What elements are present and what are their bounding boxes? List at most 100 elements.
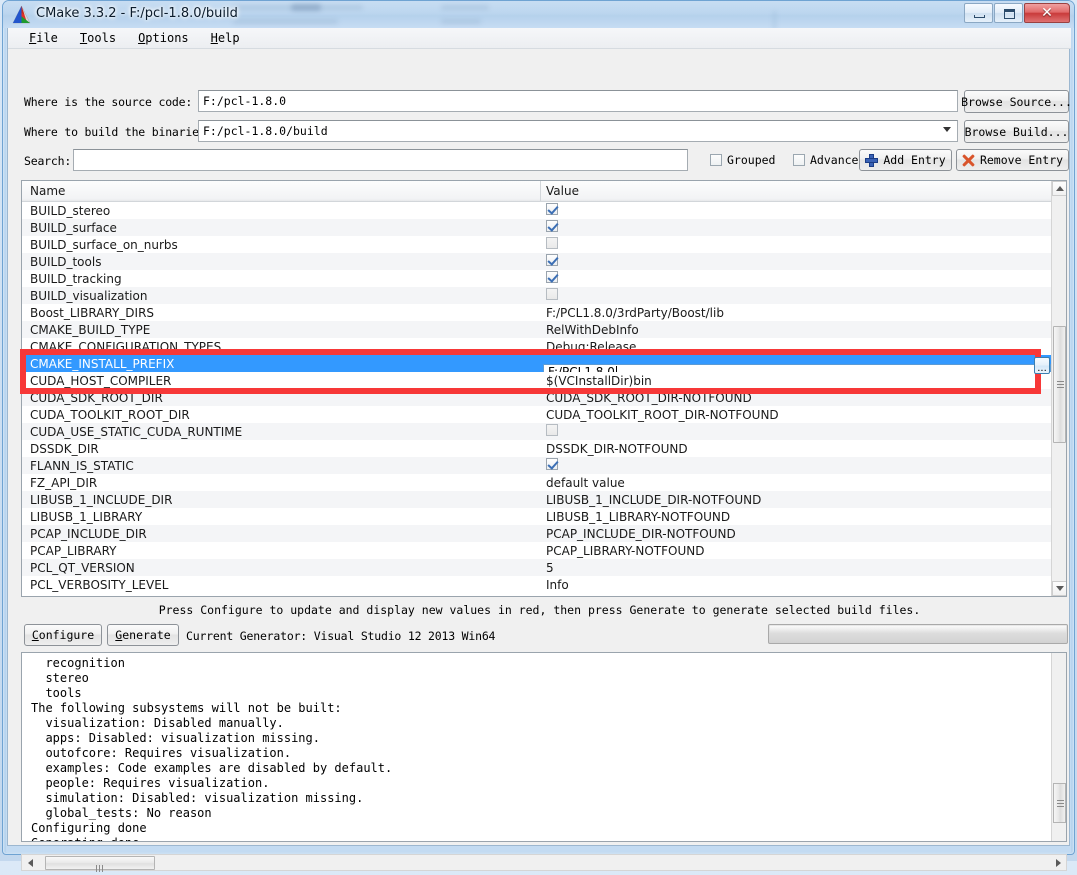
table-row[interactable]: CUDA_SDK_ROOT_DIR CUDA_SDK_ROOT_DIR-NOTFO…: [22, 389, 1051, 406]
column-header-name[interactable]: Name: [30, 184, 65, 198]
cache-variable-name: FLANN_IS_STATIC: [30, 458, 134, 473]
cache-variable-checkbox[interactable]: [546, 288, 558, 303]
generate-button[interactable]: Generate: [107, 624, 179, 646]
table-row[interactable]: BUILD_surface: [22, 219, 1051, 236]
browse-source-label: Browse Source...: [961, 94, 1072, 109]
scrollbar-thumb[interactable]: [45, 856, 155, 872]
cmake-triangle-icon: [12, 5, 31, 24]
table-row[interactable]: DSSDK_DIR DSSDK_DIR-NOTFOUND: [22, 440, 1051, 457]
glass-blur-artifact: [233, 19, 338, 24]
search-label: Search:: [24, 154, 72, 168]
table-row[interactable]: CMAKE_CONFIGURATION_TYPES Debug;Release: [22, 338, 1051, 355]
chevron-down-icon[interactable]: [943, 127, 951, 132]
table-vertical-scrollbar[interactable]: [1051, 181, 1066, 596]
close-icon: ✕: [1041, 5, 1053, 21]
browse-source-button[interactable]: Browse Source...: [961, 90, 1072, 113]
cache-variable-checkbox[interactable]: [546, 254, 558, 269]
cache-variable-name: CMAKE_CONFIGURATION_TYPES: [30, 339, 222, 354]
cache-variable-value: RelWithDebInfo: [546, 322, 639, 337]
menu-tools[interactable]: Tools: [69, 29, 127, 47]
client-area: File Tools Options Help Where is the sou…: [7, 28, 1072, 872]
table-row[interactable]: BUILD_visualization: [22, 287, 1051, 304]
table-row[interactable]: BUILD_stereo: [22, 202, 1051, 219]
table-row[interactable]: CUDA_USE_STATIC_CUDA_RUNTIME: [22, 423, 1051, 440]
cache-variable-name: PCAP_INCLUDE_DIR: [30, 526, 147, 541]
advanced-label: Advanced: [810, 153, 866, 167]
menu-options[interactable]: Options: [127, 29, 200, 47]
close-button[interactable]: ✕: [1024, 3, 1070, 23]
minimize-icon: [974, 15, 985, 18]
table-row[interactable]: BUILD_surface_on_nurbs: [22, 236, 1051, 253]
cache-variables-table: Name Value BUILD_stereo BUILD_surface BUIL…: [21, 180, 1067, 597]
source-path-input[interactable]: [198, 90, 958, 112]
table-row[interactable]: LIBUSB_1_LIBRARY LIBUSB_1_LIBRARY-NOTFOUN…: [22, 508, 1051, 525]
cache-variable-checkbox[interactable]: [546, 458, 558, 473]
table-row[interactable]: CUDA_HOST_COMPILER $(VCInstallDir)bin: [22, 372, 1051, 389]
table-body: BUILD_stereo BUILD_surface BUILD_surface_o…: [22, 202, 1051, 596]
output-log-panel[interactable]: recognition stereo tools The following s…: [21, 652, 1067, 842]
table-row[interactable]: FZ_API_DIR default value: [22, 474, 1051, 491]
scrollbar-thumb[interactable]: [1053, 783, 1066, 823]
menu-file[interactable]: File: [18, 29, 69, 47]
value-browse-ellipsis-button[interactable]: ...: [1034, 357, 1050, 374]
configure-label: Configure: [31, 628, 95, 642]
plus-icon: [865, 153, 879, 167]
cache-variable-value: PCAP_INCLUDE_DIR-NOTFOUND: [546, 526, 736, 541]
table-row[interactable]: CUDA_TOOLKIT_ROOT_DIR CUDA_TOOLKIT_ROOT_D…: [22, 406, 1051, 423]
add-entry-label: Add Entry: [883, 153, 946, 167]
cache-variable-name: PCL_VERBOSITY_LEVEL: [30, 577, 169, 592]
browse-build-button[interactable]: Browse Build...: [964, 120, 1069, 143]
column-header-value[interactable]: Value: [546, 184, 579, 198]
scroll-left-arrow-icon[interactable]: [22, 855, 38, 870]
table-row[interactable]: BUILD_tools: [22, 253, 1051, 270]
minimize-button[interactable]: [964, 3, 993, 23]
table-row[interactable]: FLANN_IS_STATIC: [22, 457, 1051, 474]
remove-entry-button[interactable]: Remove Entry: [956, 149, 1069, 171]
table-row[interactable]: LIBUSB_1_INCLUDE_DIR LIBUSB_1_INCLUDE_DIR…: [22, 491, 1051, 508]
scrollbar-thumb[interactable]: [1053, 326, 1066, 443]
grip-icon: [96, 861, 105, 872]
cache-variable-checkbox[interactable]: [546, 424, 558, 439]
table-row[interactable]: PCL_QT_VERSION 5: [22, 559, 1051, 576]
add-entry-button[interactable]: Add Entry: [859, 149, 952, 171]
table-row[interactable]: Boost_LIBRARY_DIRS F:/PCL1.8.0/3rdParty/B…: [22, 304, 1051, 321]
cache-variable-checkbox[interactable]: [546, 203, 558, 218]
table-row[interactable]: PCAP_INCLUDE_DIR PCAP_INCLUDE_DIR-NOTFOUN…: [22, 525, 1051, 542]
cache-variable-name: CUDA_HOST_COMPILER: [30, 373, 172, 388]
search-input[interactable]: [73, 149, 688, 171]
cache-variable-value: DSSDK_DIR-NOTFOUND: [546, 441, 688, 456]
glass-blur-artifact: [441, 5, 489, 10]
scroll-right-arrow-icon[interactable]: [1050, 855, 1066, 870]
title-bar[interactable]: CMake 3.3.2 - F:/pcl-1.8.0/build ✕: [3, 1, 1074, 28]
log-horizontal-scrollbar[interactable]: [21, 854, 1067, 872]
grip-icon: [1057, 381, 1064, 388]
configure-hint-text: Press Configure to update and display ne…: [158, 603, 921, 617]
glass-blur-artifact: [773, 11, 776, 28]
cache-variable-checkbox[interactable]: [546, 237, 558, 252]
checkbox-icon: [710, 154, 722, 166]
column-divider[interactable]: [540, 181, 541, 202]
menu-help[interactable]: Help: [200, 29, 251, 47]
scroll-down-arrow-icon[interactable]: [1052, 581, 1066, 596]
configure-button[interactable]: Configure: [24, 624, 102, 646]
advanced-checkbox[interactable]: Advanced: [793, 153, 865, 167]
cache-variable-name: CMAKE_BUILD_TYPE: [30, 322, 151, 337]
glass-blur-artifact: [441, 19, 481, 24]
cache-variable-name: Boost_LIBRARY_DIRS: [30, 305, 155, 320]
table-header-row: Name Value: [22, 181, 1066, 202]
cache-variable-name: CMAKE_INSTALL_PREFIX: [30, 356, 175, 371]
cache-variable-name: LIBUSB_1_INCLUDE_DIR: [30, 492, 173, 507]
table-row[interactable]: CMAKE_BUILD_TYPE RelWithDebInfo: [22, 321, 1051, 338]
glass-blur-artifact: [291, 4, 321, 11]
maximize-button[interactable]: [994, 3, 1023, 23]
log-vertical-scrollbar[interactable]: [1051, 653, 1066, 841]
table-row[interactable]: PCAP_LIBRARY PCAP_LIBRARY-NOTFOUND: [22, 542, 1051, 559]
scroll-up-arrow-icon[interactable]: [1052, 181, 1066, 196]
table-row[interactable]: BUILD_tracking: [22, 270, 1051, 287]
build-path-input[interactable]: [198, 120, 958, 142]
cache-variable-checkbox[interactable]: [546, 220, 558, 235]
cache-variable-checkbox[interactable]: [546, 271, 558, 286]
table-row[interactable]: PCL_VERBOSITY_LEVEL Info: [22, 576, 1051, 593]
grouped-checkbox[interactable]: Grouped: [710, 153, 775, 167]
table-row[interactable]: CMAKE_INSTALL_PREFIXF:/PCL1.8.0: [22, 355, 1051, 381]
